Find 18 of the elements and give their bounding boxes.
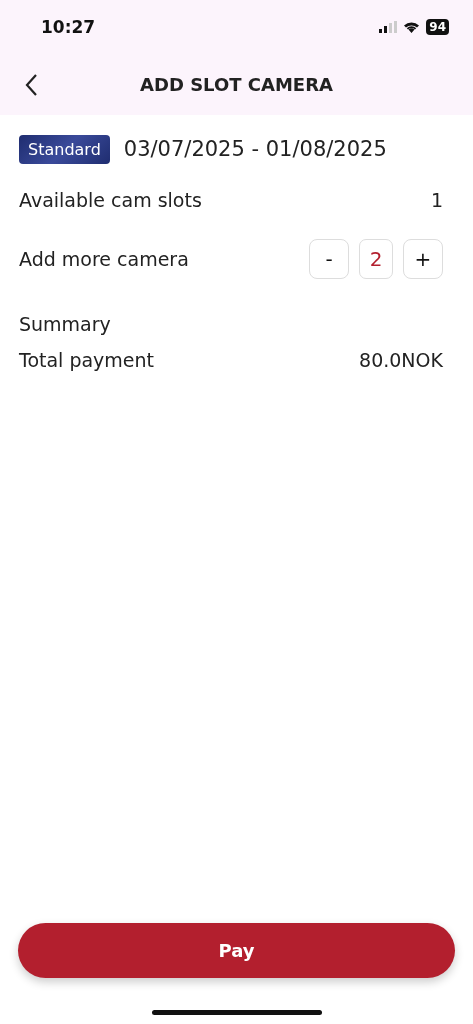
summary-heading: Summary xyxy=(19,313,112,335)
signal-icon xyxy=(379,21,398,33)
total-payment-label: Total payment xyxy=(19,349,155,371)
plan-period: 03/07/2025 - 01/08/2025 xyxy=(123,137,387,161)
wifi-icon xyxy=(403,21,421,33)
available-slots-label: Available cam slots xyxy=(19,189,202,211)
status-time: 10:27 xyxy=(41,17,96,37)
battery-level: 94 xyxy=(426,19,449,35)
add-camera-label: Add more camera xyxy=(19,248,189,270)
available-slots-value: 1 xyxy=(430,189,443,211)
pay-button[interactable]: Pay xyxy=(18,923,455,978)
increase-button[interactable]: + xyxy=(403,239,443,279)
decrease-button[interactable]: - xyxy=(309,239,349,279)
page-title: ADD SLOT CAMERA xyxy=(140,74,333,95)
total-payment-value: 80.0NOK xyxy=(359,349,443,371)
back-icon xyxy=(24,72,38,97)
plan-badge: Standard xyxy=(19,134,110,164)
camera-count: 2 xyxy=(359,239,393,279)
